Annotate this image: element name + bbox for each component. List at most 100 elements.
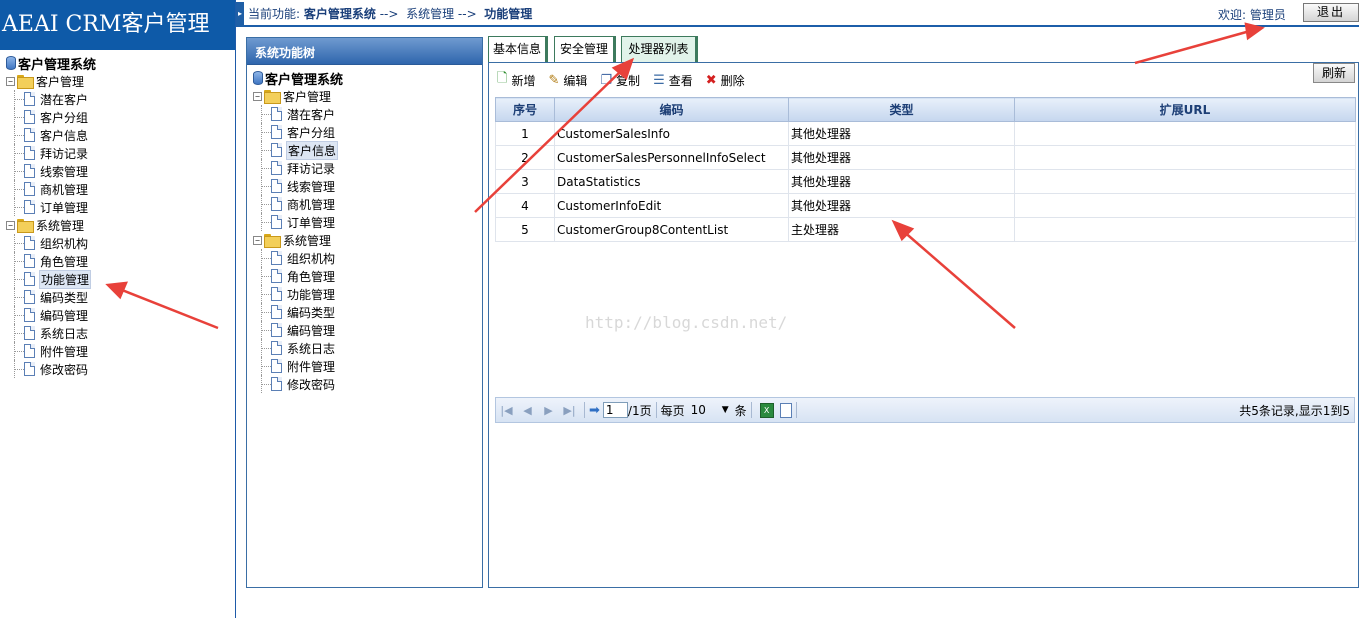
page-icon — [24, 254, 35, 268]
cell-ext-url — [1014, 169, 1356, 194]
tree-leaf-item[interactable]: 商机管理 — [0, 180, 235, 198]
tree-leaf-item[interactable]: 修改密码 — [0, 360, 235, 378]
page-number-input[interactable]: 1 — [602, 402, 628, 418]
tab-basic-info[interactable]: 基本信息 — [488, 36, 548, 62]
add-button[interactable]: 🗋 新增 — [497, 69, 535, 91]
page-icon — [271, 107, 282, 121]
tree-leaf-item[interactable]: 功能管理 — [247, 285, 482, 303]
collapse-toggle-icon[interactable]: − — [6, 76, 15, 86]
tree-node-customer-mgmt[interactable]: − 客户管理 — [0, 72, 235, 90]
cell-type: 其他处理器 — [788, 193, 1015, 218]
welcome-text: 欢迎: 管理员 — [1218, 8, 1286, 22]
tree-leaf-item[interactable]: 线索管理 — [0, 162, 235, 180]
system-tree-panel: 系统功能树 客户管理系统 − 客户管理 潜在客户 客户分组 客户信息 拜访记录线索管理 商机管… — [246, 37, 483, 588]
tree-node-system-mgmt[interactable]: − 系统管理 — [0, 216, 235, 234]
topbar: ▸ 当前功能: 客户管理系统 --> 系统管理 --> 功能管理 欢迎: 管理员… — [236, 0, 1359, 27]
tree-leaf-item[interactable]: 附件管理 — [247, 357, 482, 375]
tree-leaf-label: 编码类型 — [40, 290, 89, 305]
cell-code: DataStatistics — [554, 169, 789, 194]
tree-leaf-item[interactable]: 拜访记录 — [247, 159, 482, 177]
tab-security[interactable]: 安全管理 — [554, 36, 616, 62]
page-icon — [271, 377, 282, 391]
tree-leaf-item[interactable]: 线索管理 — [247, 177, 482, 195]
page-size-select[interactable]: 10 ▼ — [689, 402, 731, 419]
breadcrumb: 当前功能: 客户管理系统 --> 系统管理 --> 功能管理 — [248, 5, 532, 22]
tree-leaf-item[interactable]: 组织机构 — [0, 234, 235, 252]
annotation-arrow-welcome — [1134, 22, 1265, 65]
cell-code: CustomerSalesInfo — [554, 121, 789, 146]
left-nav-tree: 客户管理系统 − 客户管理 潜在客户 客户分组 客户信息 拜访记录 线索管理 商机管理 订单管理 −… — [0, 50, 235, 378]
page-icon — [24, 182, 35, 196]
tree-leaf-item[interactable]: 编码类型 — [0, 288, 235, 306]
tree-leaf-item[interactable]: 修改密码 — [247, 375, 482, 393]
go-page-icon[interactable]: ➡ — [589, 403, 600, 418]
page-icon — [271, 287, 282, 301]
view-button[interactable]: ☰ 查看 — [653, 72, 693, 89]
table-row[interactable]: 2 CustomerSalesPersonnelInfoSelect 其他处理器 — [495, 145, 1356, 170]
grid-header-row: 序号 编码 类型 扩展URL — [495, 97, 1356, 122]
tree-leaf-label: 拜访记录 — [287, 161, 336, 176]
tree-node-system-mgmt[interactable]: − 系统管理 — [247, 231, 482, 249]
tree-leaf-item[interactable]: 潜在客户 — [247, 105, 482, 123]
tree-leaf-item[interactable]: 订单管理 — [0, 198, 235, 216]
tree-leaf-item[interactable]: 系统日志 — [247, 339, 482, 357]
cell-ext-url — [1014, 145, 1356, 170]
add-icon: 🗋 — [497, 71, 508, 86]
tree-leaf-item[interactable]: 系统日志 — [0, 324, 235, 342]
first-page-icon[interactable]: |◀ — [496, 404, 517, 417]
table-row[interactable]: 3 DataStatistics 其他处理器 — [495, 169, 1356, 194]
tree-leaf-item[interactable]: 客户分组 — [247, 123, 482, 141]
tree-root[interactable]: 客户管理系统 — [0, 54, 235, 73]
tree-leaf-item[interactable]: 编码管理 — [247, 321, 482, 339]
tree-leaf-item[interactable]: 编码管理 — [0, 306, 235, 324]
system-tree-title: 系统功能树 — [247, 38, 482, 65]
cell-type: 主处理器 — [788, 217, 1015, 242]
tree-leaf-item[interactable]: 商机管理 — [247, 195, 482, 213]
delete-button[interactable]: ✖ 删除 — [706, 72, 745, 89]
tree-leaf-item[interactable]: 角色管理 — [0, 252, 235, 270]
next-page-icon[interactable]: ▶ — [538, 404, 559, 417]
refresh-button[interactable]: 刷新 — [1313, 63, 1355, 83]
page-icon — [271, 143, 282, 157]
tree-root[interactable]: 客户管理系统 — [247, 69, 482, 88]
column-header-code[interactable]: 编码 — [554, 97, 789, 122]
collapse-toggle-icon[interactable]: − — [6, 220, 15, 230]
copy-button[interactable]: ❐ 复制 — [600, 72, 640, 89]
tree-leaf-item[interactable]: 组织机构 — [247, 249, 482, 267]
tree-leaf-label: 线索管理 — [287, 179, 336, 194]
tree-leaf-label: 线索管理 — [40, 164, 89, 179]
collapse-handle[interactable]: ▸ — [236, 2, 244, 26]
tree-leaf-item[interactable]: 客户信息 — [247, 140, 482, 160]
document-export-icon[interactable] — [779, 402, 792, 418]
edit-button[interactable]: ✎ 编辑 — [548, 72, 587, 89]
table-row[interactable]: 1 CustomerSalesInfo 其他处理器 — [495, 121, 1356, 146]
tree-leaf-item[interactable]: 客户信息 — [0, 126, 235, 144]
table-row[interactable]: 5 CustomerGroup8ContentList 主处理器 — [495, 217, 1356, 242]
prev-page-icon[interactable]: ◀ — [517, 404, 538, 417]
tree-leaf-item[interactable]: 潜在客户 — [0, 90, 235, 108]
table-row[interactable]: 4 CustomerInfoEdit 其他处理器 — [495, 193, 1356, 218]
tree-leaf-item[interactable]: 附件管理 — [0, 342, 235, 360]
collapse-toggle-icon[interactable]: − — [253, 91, 262, 101]
add-label: 新增 — [511, 73, 536, 88]
tree-leaf-item[interactable]: 功能管理 — [0, 269, 235, 289]
collapse-toggle-icon[interactable]: − — [253, 235, 262, 245]
tree-leaf-item[interactable]: 客户分组 — [0, 108, 235, 126]
pager-bar: |◀ ◀ ▶ ▶| ➡ 1 /1页 每页 10 ▼ 条 X 共5条记录,显示1到… — [495, 397, 1355, 423]
column-header-type[interactable]: 类型 — [788, 97, 1015, 122]
tree-leaf-item[interactable]: 订单管理 — [247, 213, 482, 231]
page-size-value: 10 — [690, 402, 706, 417]
logout-button[interactable]: 退出 — [1303, 3, 1359, 22]
excel-export-icon[interactable]: X — [759, 402, 774, 418]
column-header-index[interactable]: 序号 — [495, 97, 555, 122]
column-header-ext-url[interactable]: 扩展URL — [1014, 97, 1356, 122]
page-icon — [24, 308, 35, 322]
tree-leaf-item[interactable]: 编码类型 — [247, 303, 482, 321]
page-icon — [271, 323, 282, 337]
last-page-icon[interactable]: ▶| — [559, 404, 580, 417]
breadcrumb-item-current: 功能管理 — [484, 7, 533, 21]
tree-node-customer-mgmt[interactable]: − 客户管理 — [247, 87, 482, 105]
tree-leaf-item[interactable]: 角色管理 — [247, 267, 482, 285]
tree-leaf-item[interactable]: 拜访记录 — [0, 144, 235, 162]
tab-handler-list[interactable]: 处理器列表 — [621, 36, 698, 62]
